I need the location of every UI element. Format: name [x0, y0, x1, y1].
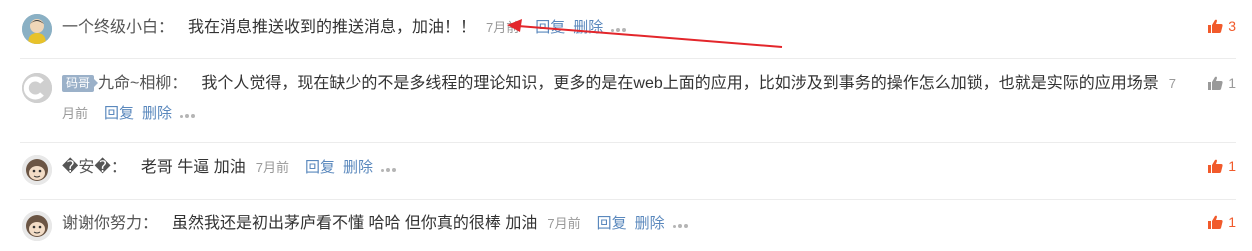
like-count: 3: [1228, 18, 1236, 34]
comment-text: 老哥 牛逼 加油: [140, 159, 246, 177]
timestamp: 7月前: [486, 20, 520, 36]
thumbs-up-icon: [1208, 159, 1223, 173]
delete-button[interactable]: 删除: [142, 105, 172, 122]
avatar[interactable]: [22, 211, 52, 241]
username[interactable]: 谢谢你努力: [62, 215, 142, 232]
timestamp: 7月前: [255, 160, 289, 176]
reply-button[interactable]: 回复: [104, 105, 134, 122]
like-count: 1: [1228, 214, 1236, 230]
delete-button[interactable]: 删除: [343, 159, 373, 176]
more-dots-icon[interactable]: [180, 99, 197, 129]
thumbs-up-icon: [1208, 215, 1223, 229]
comment-text: 我个人觉得，现在缺少的不是多线程的理论知识，更多的是在web上面的应用，比如涉及…: [201, 75, 1159, 92]
username[interactable]: 九命~相柳: [98, 75, 171, 92]
comment-2: 码哥 九命~相柳： 我个人觉得，现在缺少的不是多线程的理论知识，更多的是在web上面…: [0, 59, 1252, 142]
thumbs-up-icon: [1208, 76, 1223, 90]
comment-text: 我在消息推送收到的推送消息，加油！！: [188, 19, 477, 37]
comment-line: �安�： 老哥 牛逼 加油 7月前 回复 删除: [62, 157, 398, 179]
avatar[interactable]: [22, 155, 52, 185]
comment-line: 一个终级小白： 我在消息推送收到的推送消息，加油！！ 7月前 回复 删除: [62, 17, 628, 39]
more-dots-icon[interactable]: [611, 17, 628, 39]
username[interactable]: �安�: [62, 159, 111, 176]
like-button[interactable]: 1: [1208, 214, 1236, 230]
more-dots-icon[interactable]: [381, 157, 398, 179]
reply-button[interactable]: 回复: [305, 159, 335, 176]
thumbs-up-icon: [1208, 19, 1223, 33]
avatar[interactable]: [22, 14, 52, 44]
username[interactable]: 一个终级小白: [62, 19, 158, 36]
comment-1: 一个终级小白： 我在消息推送收到的推送消息，加油！！ 7月前 回复 删除 3: [0, 0, 1252, 58]
reply-button[interactable]: 回复: [535, 19, 565, 36]
delete-button[interactable]: 删除: [573, 19, 603, 36]
comment-4: 谢谢你努力： 虽然我还是初出茅庐看不懂 哈哈 但你真的很棒 加油 7月前 回复 删除 1: [0, 200, 1252, 251]
timestamp: 7月前: [547, 216, 581, 232]
more-dots-icon[interactable]: [672, 213, 690, 235]
like-count: 1: [1228, 75, 1236, 91]
avatar[interactable]: [22, 73, 52, 103]
like-count: 1: [1228, 158, 1236, 174]
user-badge: 码哥: [62, 75, 99, 92]
like-button[interactable]: 3: [1208, 18, 1236, 34]
delete-button[interactable]: 删除: [635, 215, 665, 232]
reply-button[interactable]: 回复: [597, 215, 627, 232]
comment-text: 虽然我还是初出茅庐看不懂 哈哈 但你真的很棒 加油: [172, 215, 538, 233]
comment-3: �安�： 老哥 牛逼 加油 7月前 回复 删除 1: [0, 143, 1252, 199]
like-button[interactable]: 1: [1208, 75, 1236, 91]
comment-body: 码哥 九命~相柳： 我个人觉得，现在缺少的不是多线程的理论知识，更多的是在web上面…: [62, 69, 1182, 129]
like-button[interactable]: 1: [1208, 158, 1236, 174]
comment-line: 谢谢你努力： 虽然我还是初出茅庐看不懂 哈哈 但你真的很棒 加油 7月前 回复 删除: [62, 213, 690, 235]
